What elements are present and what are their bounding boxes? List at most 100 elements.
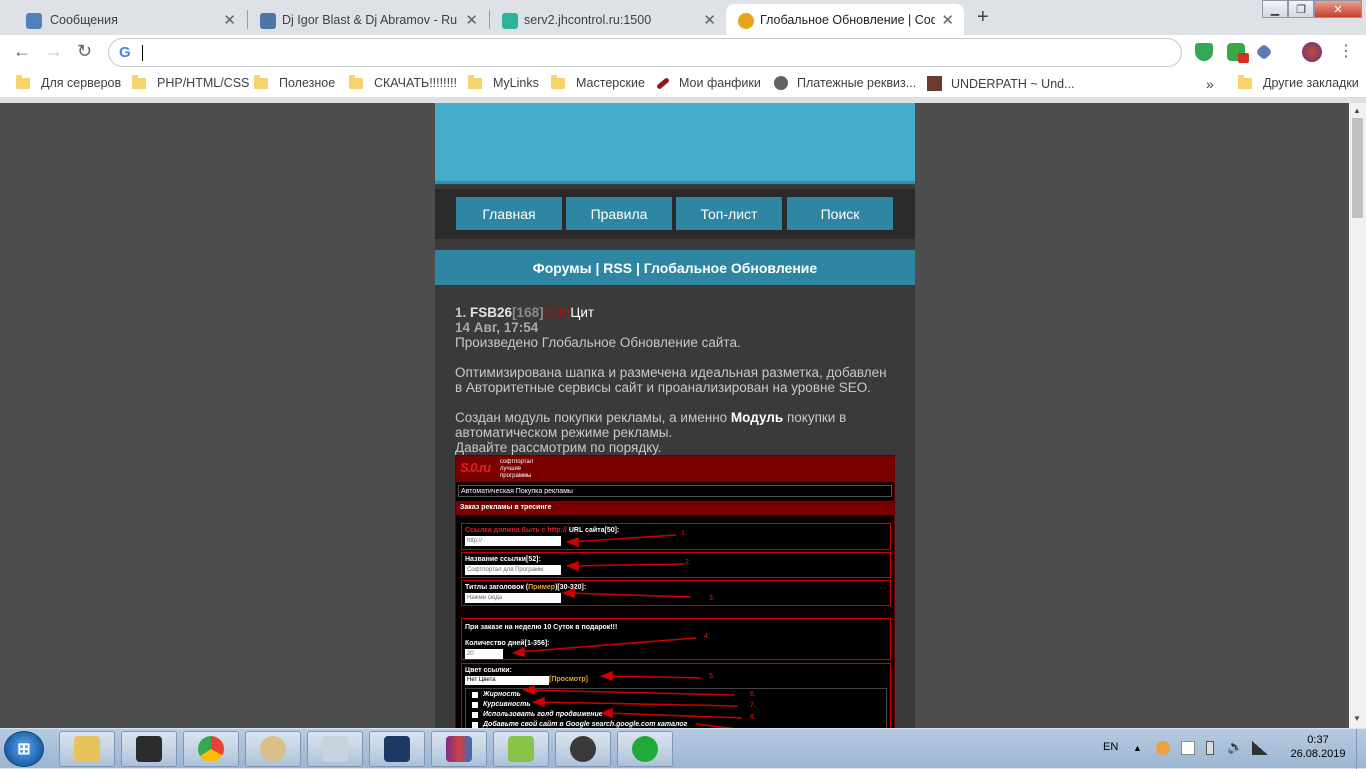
bookmark-workshops[interactable]: Мастерские [551,74,645,90]
taskbar-paint[interactable] [245,731,301,767]
scroll-up-icon[interactable]: ▲ [1353,106,1361,115]
language-indicator[interactable]: EN [1103,741,1118,753]
post-paragraph: Произведено Глобальное Обновление сайта. [455,335,741,350]
scroll-thumb[interactable] [1352,118,1363,218]
extension-icon[interactable] [1255,43,1273,61]
globe-icon [774,76,788,90]
post-paragraph: Давайте рассмотрим по порядку. [455,440,662,455]
bookmark-servers[interactable]: Для серверов [16,74,121,90]
taskbar-player[interactable] [617,731,673,767]
tab-title: Глобальное Обновление | Софт [760,12,935,27]
annotation-number: 8. [750,714,756,721]
taskbar-obs[interactable] [555,731,611,767]
close-icon[interactable]: ✕ [465,11,478,29]
quill-icon [656,76,670,90]
menu-icon[interactable]: ⋮ [1338,41,1354,61]
taskbar-terminal[interactable] [121,731,177,767]
folder-icon [349,74,363,89]
address-bar[interactable]: G [108,38,1182,67]
page-scrollbar[interactable]: ▲ ▼ [1349,103,1366,728]
minimize-button[interactable]: ▁ [1262,0,1288,18]
maximize-button[interactable]: ❐ [1288,0,1314,18]
nav-top-list[interactable]: Топ-лист [676,197,782,230]
bookmarks-overflow-button[interactable]: » [1206,76,1214,92]
bookmark-payments[interactable]: Платежные реквиз... [774,76,916,90]
bookmark-download[interactable]: СКАЧАТЬ!!!!!!!! [349,74,457,90]
nav-home[interactable]: Главная [456,197,562,230]
breadcrumb[interactable]: Форумы | RSS | Глобальное Обновление [435,250,915,285]
start-button[interactable]: ⊞ [4,731,44,767]
back-icon[interactable]: ← [13,41,31,62]
close-icon[interactable]: ✕ [223,11,236,29]
tab-jhcontrol[interactable]: serv2.jhcontrol.ru:1500 ✕ [486,4,726,35]
taskbar-explorer[interactable] [59,731,115,767]
bookmark-fanfics[interactable]: Мои фанфики [656,76,761,90]
taskbar-winrar[interactable] [431,731,487,767]
folder-icon [132,74,146,89]
system-clock[interactable]: 0:37 26.08.2019 [1283,733,1353,761]
bookmark-underpath[interactable]: UNDERPATH ~ Und... [927,76,1075,91]
reload-icon[interactable]: ↻ [77,41,92,62]
post-text: Создан модуль покупки рекламы, а именно [455,410,731,425]
volume-icon[interactable]: 🔈 [1227,739,1243,755]
annotation-number: 7. [750,702,756,709]
winrar-icon [446,736,472,762]
site-nav: Главная Правила Топ-лист Поиск [435,189,915,239]
battery-icon[interactable] [1206,741,1214,755]
taskbar-chrome[interactable] [183,731,239,767]
annotation-arrows [511,534,743,728]
bookmark-label: Другие закладки [1263,76,1359,90]
tray-flag-icon[interactable] [1181,741,1195,755]
explorer-icon [74,736,100,762]
bookmark-label: Платежные реквиз... [797,76,917,90]
adguard-shield-icon[interactable] [1195,43,1213,61]
tab-messages[interactable]: Сообщения ✕ [6,4,246,35]
annotation-number: 5. [709,673,715,680]
badge-icon [1238,53,1249,63]
profile-avatar[interactable] [1302,42,1322,62]
bookmark-label: СКАЧАТЬ!!!!!!!! [374,76,457,90]
address-input[interactable] [141,43,1141,63]
bookmark-php[interactable]: PHP/HTML/CSS [132,74,249,90]
forward-icon[interactable]: → [45,41,63,62]
quote-link[interactable]: Цит [570,305,594,320]
nav-search[interactable]: Поиск [787,197,893,230]
bookmark-label: MyLinks [493,76,539,90]
tray-app-icon[interactable] [1156,741,1170,755]
folder-icon [468,74,482,89]
window-close-button[interactable]: ✕ [1314,0,1362,18]
scroll-down-icon[interactable]: ▼ [1353,714,1361,723]
tab-global-update[interactable]: Глобальное Обновление | Софт ✕ [726,4,964,35]
photoshop-icon [384,736,410,762]
tab-title: serv2.jhcontrol.ru:1500 [524,12,652,27]
show-desktop-button[interactable] [1356,729,1366,769]
signal-icon[interactable] [1252,741,1268,755]
bookmark-label: UNDERPATH ~ Und... [951,76,1075,91]
bookmark-useful[interactable]: Полезное [254,74,335,90]
tab-strip: Сообщения ✕ Dj Igor Blast & Dj Abramov -… [0,0,1366,35]
bookmark-label: Мастерские [576,76,645,90]
taskbar-photoshop[interactable] [369,731,425,767]
clock-time: 0:37 [1307,734,1329,746]
tray-expand-icon[interactable]: ▲ [1133,743,1142,753]
clock-date: 26.08.2019 [1290,748,1346,760]
tab-vk-music[interactable]: Dj Igor Blast & Dj Abramov - Rus ✕ [244,4,488,35]
chrome-icon [198,736,224,762]
post-author[interactable]: FSB26 [470,305,512,320]
bookmark-label: Мои фанфики [679,76,761,90]
tab-title: Сообщения [50,12,118,27]
annotation-number: 2. [685,559,691,566]
bookmark-other[interactable]: Другие закладки [1238,74,1359,90]
bookmarks-bar: Для серверов PHP/HTML/CSS Полезное СКАЧА… [0,70,1366,98]
taskbar-notepadpp[interactable] [493,731,549,767]
close-icon[interactable]: ✕ [941,11,954,29]
post-reputation[interactable]: [168] [512,305,544,320]
new-tab-button[interactable]: + [977,6,989,29]
taskbar-calculator[interactable] [307,731,363,767]
panel-icon [502,13,518,29]
close-icon[interactable]: ✕ [703,11,716,29]
nav-rules[interactable]: Правила [566,197,672,230]
annotation-number: 1. [681,530,687,537]
paint-icon [260,736,286,762]
bookmark-mylinks[interactable]: MyLinks [468,74,539,90]
